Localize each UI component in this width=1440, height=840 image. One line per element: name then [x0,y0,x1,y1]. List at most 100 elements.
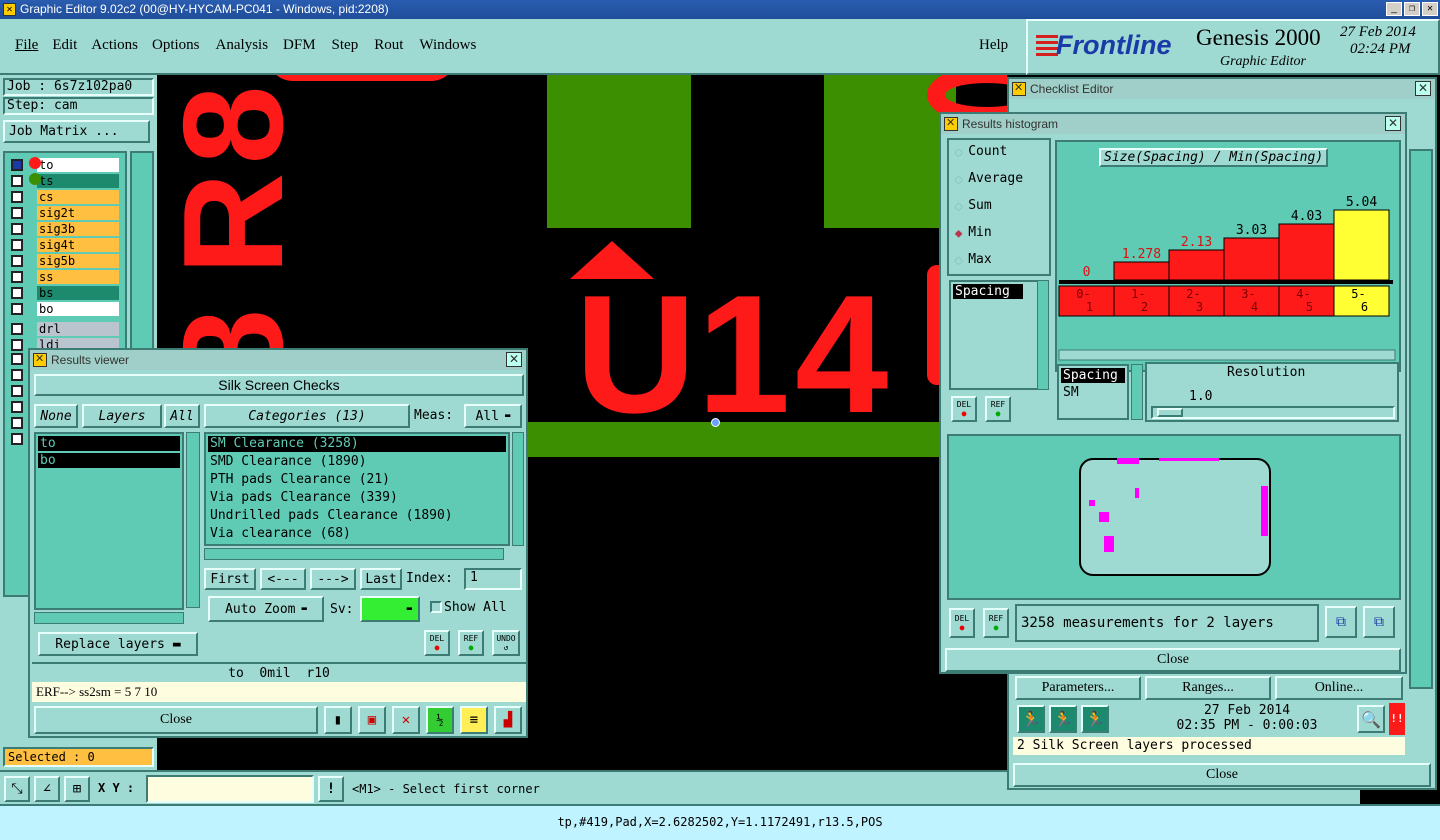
category-scroll[interactable] [512,432,524,546]
layer-row[interactable]: ts [11,173,119,188]
layer-row[interactable]: bs [11,285,119,300]
none-button[interactable]: None [34,404,78,428]
export-icon-1[interactable]: ⧉ [1325,606,1357,638]
sv-color-dropdown[interactable]: ▬ [360,596,420,622]
result-layer-bo[interactable]: bo [38,453,180,468]
layer-checkbox[interactable] [11,433,23,445]
categories-button[interactable]: Categories (13) [204,404,410,428]
window-menu-icon[interactable] [944,116,958,131]
menu-help[interactable]: Help [979,37,1008,54]
bar-icon-1[interactable]: ▮ [324,706,352,734]
radio-diamond-icon[interactable]: ◆ [955,172,962,186]
layer-row[interactable]: to [11,157,119,172]
histogram-list2[interactable]: Spacing SM [1057,364,1129,420]
list1-item[interactable]: Spacing [953,284,1023,299]
replace-layers-dropdown[interactable]: Replace layers ▬ [38,632,198,656]
last-button[interactable]: Last [360,568,402,590]
category-item[interactable]: Undrilled pads Clearance (1890) [208,508,506,524]
menu-rout[interactable]: Rout [374,37,403,54]
category-list[interactable]: SM Clearance (3258) SMD Clearance (1890) P… [204,432,510,546]
list2-item-spacing[interactable]: Spacing [1061,368,1125,383]
run-icon-2[interactable]: 🏃 [1049,705,1077,733]
bar-icon-3[interactable]: ✕ [392,706,420,734]
layer-row[interactable]: cs [11,189,119,204]
menu-step[interactable]: Step [332,37,359,54]
histogram-list2-scroll[interactable] [1131,364,1143,420]
minimize-button[interactable]: _ [1386,2,1402,16]
layer-checkbox[interactable] [11,401,23,413]
category-item[interactable]: Via clearance (68) [208,526,506,542]
layer-name[interactable]: sig2t [37,205,119,220]
menu-windows[interactable]: Windows [419,37,476,54]
layer-name[interactable]: ts [37,173,119,188]
layer-name[interactable]: bs [37,285,119,300]
category-hscroll[interactable] [204,548,504,560]
radio-diamond-icon[interactable]: ◆ [955,145,962,159]
layer-row[interactable]: drl [11,321,119,336]
layer-name[interactable]: sig4t [37,237,119,252]
menu-edit[interactable]: Edit [52,37,77,54]
layer-checkbox[interactable] [11,369,23,381]
board-preview[interactable] [947,434,1401,600]
layer-checkbox[interactable] [11,353,23,365]
layer-checkbox[interactable] [11,238,23,251]
rv-del-button[interactable]: DEL ● [424,630,450,656]
layer-name[interactable]: ss [37,269,119,284]
bar-icon-5[interactable]: ≡ [460,706,488,734]
rv-ref-button[interactable]: REF ● [458,630,484,656]
job-matrix-button[interactable]: Job Matrix ... [3,120,150,143]
layer-checkbox[interactable] [11,322,23,335]
layer-row[interactable]: sig5b [11,253,119,268]
bar-icon-2[interactable]: ▣ [358,706,386,734]
prev-button[interactable]: <--- [260,568,306,590]
layer-checkbox[interactable] [11,417,23,429]
silk-screen-checks-header[interactable]: Silk Screen Checks [34,374,524,396]
index-input[interactable]: 1 [464,568,522,590]
layer-result-list[interactable]: to bo [34,432,184,610]
layer-checkbox[interactable] [11,174,23,187]
zoom-fit-icon[interactable]: ⤡ [4,776,30,802]
xy-input[interactable] [146,775,314,803]
histogram-close-button[interactable]: Close [945,648,1401,672]
histogram-list1-scroll[interactable] [1037,280,1049,390]
menu-options[interactable]: Options [152,37,200,54]
menu-analysis[interactable]: Analysis [216,37,269,54]
layer-name[interactable]: cs [37,189,119,204]
grid-snap-icon[interactable]: ⊞ [64,776,90,802]
category-item[interactable]: SMD Clearance (1890) [208,454,506,470]
auto-zoom-dropdown[interactable]: Auto Zoom ▬ [208,596,324,622]
layer-result-hscroll[interactable] [34,612,184,624]
layer-row[interactable]: sig3b [11,221,119,236]
layer-checkbox[interactable] [11,286,23,299]
hist-ref-button[interactable]: REF ● [985,396,1011,422]
layer-row[interactable]: bo [11,301,119,316]
parameters-button[interactable]: Parameters... [1015,676,1141,700]
layer-checkbox[interactable] [11,222,23,235]
histogram-option-min[interactable]: ◆ Min [955,225,992,240]
histogram-option-sum[interactable]: ◆ Sum [955,198,992,213]
warning-icon[interactable]: !! [1389,703,1405,735]
histogram-close-icon[interactable]: ✕ [1385,116,1401,131]
resolution-slider[interactable] [1151,406,1395,419]
rv-undo-button[interactable]: UNDO ↺ [492,630,520,656]
layer-name[interactable]: bo [37,301,119,316]
layer-name[interactable]: drl [37,321,119,336]
layer-name[interactable]: to [37,157,119,172]
hist-del-button[interactable]: DEL ● [951,396,977,422]
radio-diamond-icon[interactable]: ◆ [955,199,962,213]
measure-icon[interactable]: ∠ [34,776,60,802]
category-item[interactable]: SM Clearance (3258) [208,436,506,452]
layer-row[interactable]: sig4t [11,237,119,252]
layer-name[interactable]: sig5b [37,253,119,268]
show-all-checkbox[interactable] [430,601,442,613]
histogram-list1[interactable]: Spacing [949,280,1039,390]
menu-actions[interactable]: Actions [91,37,138,54]
layer-checkbox[interactable] [11,158,23,171]
window-menu-icon[interactable] [33,352,47,367]
layer-checkbox[interactable] [11,385,23,397]
next-button[interactable]: ---> [310,568,356,590]
alert-icon[interactable]: ! [318,776,344,802]
layer-name[interactable]: sig3b [37,221,119,236]
radio-diamond-icon[interactable]: ◆ [955,253,962,267]
hist-del-button-2[interactable]: DEL ● [949,608,975,638]
